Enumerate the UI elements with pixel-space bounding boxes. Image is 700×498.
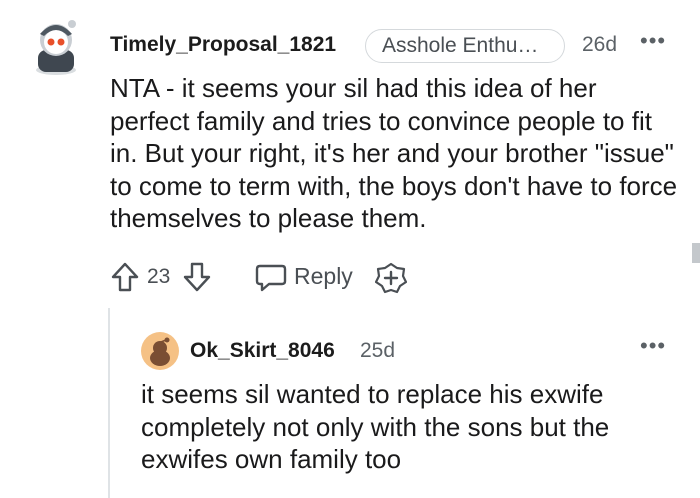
add-award-icon[interactable] bbox=[375, 262, 407, 294]
more-options-button[interactable]: ••• bbox=[640, 28, 666, 54]
reply-button[interactable]: Reply bbox=[294, 263, 353, 290]
thread-line[interactable] bbox=[108, 308, 110, 498]
vote-count: 23 bbox=[147, 265, 171, 288]
scrollbar-thumb[interactable] bbox=[692, 243, 700, 263]
reply-timestamp[interactable]: 25d bbox=[360, 339, 395, 363]
speech-bubble-icon[interactable] bbox=[255, 262, 287, 292]
user-flair: Asshole Enthu… bbox=[365, 29, 565, 63]
reply-body: it seems sil wanted to replace his exwif… bbox=[141, 379, 610, 474]
comment-username[interactable]: Timely_Proposal_1821 bbox=[110, 33, 336, 57]
reply-username[interactable]: Ok_Skirt_8046 bbox=[190, 339, 335, 363]
reply-user-avatar[interactable] bbox=[141, 332, 179, 370]
upvote-icon[interactable] bbox=[110, 261, 140, 293]
comment-body: NTA - it seems your sil had this idea of… bbox=[110, 73, 678, 233]
reply-more-options-button[interactable]: ••• bbox=[640, 333, 666, 359]
comment-timestamp[interactable]: 26d bbox=[582, 33, 617, 57]
user-avatar[interactable] bbox=[28, 14, 84, 76]
downvote-icon[interactable] bbox=[182, 261, 212, 293]
